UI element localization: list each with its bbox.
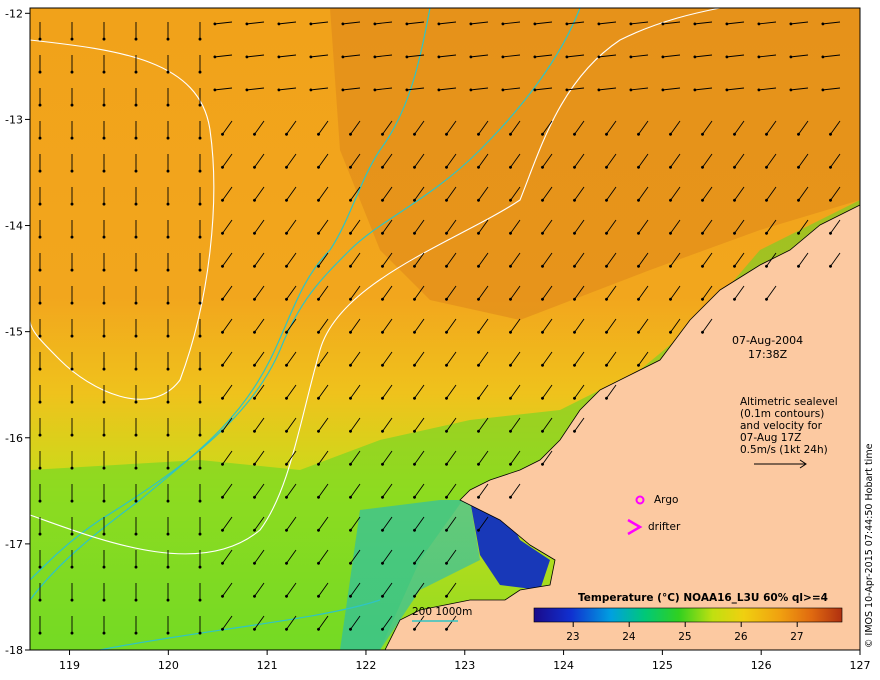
altimetric-note: Altimetric sealevel (0.1m contours) and …: [740, 396, 838, 456]
x-tick-label: 123: [454, 659, 475, 672]
colorbar-tick-label: 27: [790, 631, 804, 643]
colorbar-tick-label: 26: [734, 631, 748, 643]
altimetric-line-4: 07-Aug 17Z: [740, 432, 802, 444]
y-tick-label: -13: [5, 113, 23, 126]
colorbar-title: Temperature (°C) NOAA16_L3U 60% ql>=4: [578, 592, 828, 604]
date-time-block: 07-Aug-2004 17:38Z: [732, 334, 803, 362]
temperature-colorbar: [533, 607, 843, 623]
colorbar-tick-label: 23: [566, 631, 580, 643]
x-tick-label: 120: [158, 659, 179, 672]
date-text: 07-Aug-2004: [732, 334, 804, 347]
x-tick-label: 125: [652, 659, 673, 672]
y-tick-label: -15: [5, 326, 23, 339]
x-tick-label: 119: [59, 659, 80, 672]
altimetric-line-3: and velocity for: [740, 420, 822, 432]
credit-text: © IMOS 10-Apr-2015 07:44:50 Hobart time: [864, 443, 875, 648]
x-axis: 119 120 121 122 123 124 125 126 127: [59, 650, 871, 672]
time-text: 17:38Z: [747, 348, 788, 361]
x-tick-label: 124: [553, 659, 574, 672]
y-tick-label: -14: [5, 220, 23, 233]
x-tick-label: 122: [355, 659, 376, 672]
x-tick-label: 127: [850, 659, 871, 672]
depth-legend-label: 200 1000m: [412, 606, 473, 618]
y-tick-label: -16: [5, 432, 23, 445]
y-axis: -12 -13 -14 -15 -16 -17 -18: [5, 7, 30, 657]
colorbar-tick-label: 24: [622, 631, 636, 643]
x-tick-label: 121: [257, 659, 278, 672]
y-tick-label: -17: [5, 538, 23, 551]
y-tick-label: -18: [5, 644, 23, 657]
altimetric-line-5: 0.5m/s (1kt 24h): [740, 444, 828, 456]
altimetric-line-1: Altimetric sealevel: [740, 396, 838, 408]
argo-label: Argo: [654, 494, 679, 506]
x-tick-label: 126: [751, 659, 772, 672]
altimetric-line-2: (0.1m contours): [740, 408, 825, 420]
plot-area: [29, 7, 861, 651]
y-tick-label: -12: [5, 7, 23, 20]
drifter-label: drifter: [648, 521, 681, 533]
colorbar-tick-label: 25: [678, 631, 692, 643]
